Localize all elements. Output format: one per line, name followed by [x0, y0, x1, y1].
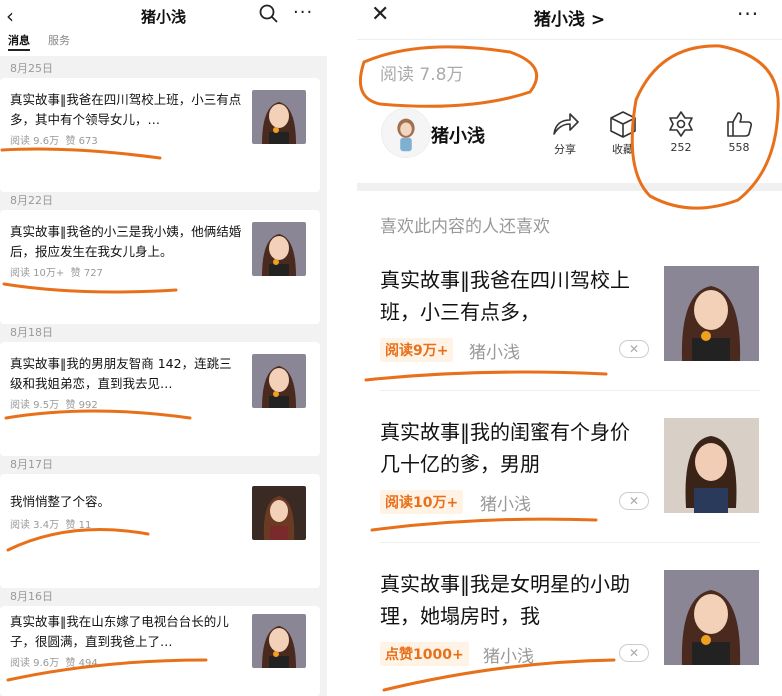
article-meta: 阅读 10万+ 赞 727: [10, 264, 103, 279]
divider: [380, 390, 760, 391]
like-count: 赞 11: [65, 520, 92, 531]
article-title: 真实故事‖我的男朋友智商 142，连跳三级和我姐弟恋，直到我去见…: [10, 356, 232, 391]
flower-icon: [669, 111, 693, 137]
share-label: 分享: [554, 143, 576, 156]
left-header: ‹ 猪小浅 ··· 消息 服务: [0, 0, 327, 56]
article-thumbnail: [252, 614, 306, 668]
right-panel: ✕ 猪小浅 > ··· 阅读 7.8万 猪小浅 分享 收藏 252 558 喜欢…: [357, 0, 782, 696]
recommend-item[interactable]: 真实故事‖我的闺蜜有个身价几十亿的爹，男朋 阅读10万+ 猪小浅 ✕: [357, 416, 782, 561]
read-count: 阅读 9.6万: [10, 658, 60, 669]
date-label: 8月16日: [10, 590, 53, 603]
like-count: 赞 727: [70, 268, 103, 279]
like-count: 赞 673: [65, 136, 98, 147]
flower-button[interactable]: 252: [656, 108, 706, 154]
article-card[interactable]: 真实故事‖我的男朋友智商 142，连跳三级和我姐弟恋，直到我去见… 阅读 9.5…: [0, 342, 320, 456]
dismiss-button[interactable]: ✕: [619, 644, 649, 662]
search-icon[interactable]: [258, 3, 280, 25]
recommend-author: 猪小浅: [469, 343, 520, 363]
recommend-item[interactable]: 真实故事‖我爸在四川驾校上班，小三有点多， 阅读9万+ 猪小浅 ✕: [357, 264, 782, 409]
article-title: 真实故事‖我在山东嫁了电视台台长的儿子，很圆满，直到我爸上了…: [10, 614, 229, 649]
article-title: 我悄悄整了个容。: [10, 494, 111, 509]
read-count: 阅读 7.8万: [380, 65, 464, 85]
date-label: 8月25日: [10, 62, 53, 75]
divider: [380, 542, 760, 543]
status-badge: 点赞1000+: [380, 642, 469, 666]
panel-gap: [327, 0, 357, 696]
recommend-title: 真实故事‖我的闺蜜有个身价几十亿的爹，男朋: [380, 420, 630, 476]
favorite-label: 收藏: [612, 143, 634, 156]
article-card[interactable]: 真实故事‖我在山东嫁了电视台台长的儿子，很圆满，直到我爸上了… 阅读 9.6万 …: [0, 606, 320, 696]
recommend-author: 猪小浅: [480, 495, 531, 515]
cube-icon: [610, 111, 636, 138]
article-thumbnail: [252, 486, 306, 540]
article-title: 真实故事‖我爸的小三是我小姨，他俩结婚后，报应发生在我女儿身上。: [10, 224, 242, 259]
date-label: 8月18日: [10, 326, 53, 339]
left-panel: ‹ 猪小浅 ··· 消息 服务 8月25日 真实故事‖我爸在四川驾校上班，小三有…: [0, 0, 327, 696]
article-meta: 阅读 9.6万 赞 673: [10, 132, 98, 147]
recommend-author: 猪小浅: [483, 647, 534, 667]
recommend-title: 真实故事‖我爸在四川驾校上班，小三有点多，: [380, 268, 630, 324]
read-count: 阅读 9.6万: [10, 136, 60, 147]
recommend-thumbnail: [664, 418, 759, 513]
more-icon[interactable]: ···: [293, 2, 313, 23]
dismiss-button[interactable]: ✕: [619, 340, 649, 358]
author-row: 猪小浅 分享 收藏 252 558: [357, 108, 782, 168]
avatar[interactable]: [381, 108, 431, 158]
like-count: 558: [728, 141, 750, 154]
more-icon[interactable]: ···: [737, 2, 759, 26]
article-title: 真实故事‖我爸在四川驾校上班，小三有点多，其中有个领导女儿，…: [10, 92, 242, 127]
read-count: 阅读 9.5万: [10, 400, 60, 411]
article-card[interactable]: 我悄悄整了个容。 阅读 3.4万 赞 11: [0, 474, 320, 588]
tab-messages[interactable]: 消息: [8, 32, 30, 51]
article-card[interactable]: 真实故事‖我爸的小三是我小姨，他俩结婚后，报应发生在我女儿身上。 阅读 10万+…: [0, 210, 320, 324]
share-button[interactable]: 分享: [540, 108, 590, 157]
account-title[interactable]: 猪小浅 >: [357, 5, 782, 30]
article-thumbnail: [252, 222, 306, 276]
recommend-title: 真实故事‖我是女明星的小助理，她塌房时，我: [380, 572, 630, 628]
article-meta: 阅读 9.6万 赞 494: [10, 654, 98, 669]
flower-count: 252: [670, 141, 692, 154]
article-meta: 阅读 3.4万 赞 11: [10, 516, 91, 531]
read-count: 阅读 3.4万: [10, 520, 60, 531]
status-badge: 阅读10万+: [380, 490, 464, 514]
date-label: 8月22日: [10, 194, 53, 207]
recommend-header: 喜欢此内容的人还喜欢: [380, 217, 550, 237]
recommend-thumbnail: [664, 266, 759, 361]
like-count: 赞 992: [65, 400, 98, 411]
read-count: 阅读 10万+: [10, 268, 65, 279]
recommend-thumbnail: [664, 570, 759, 665]
thumb-up-icon: [727, 112, 753, 137]
tab-services[interactable]: 服务: [48, 32, 70, 48]
article-thumbnail: [252, 354, 306, 408]
article-card[interactable]: 真实故事‖我爸在四川驾校上班，小三有点多，其中有个领导女儿，… 阅读 9.6万 …: [0, 78, 320, 192]
status-badge: 阅读9万+: [380, 338, 454, 362]
favorite-button[interactable]: 收藏: [598, 108, 648, 157]
recommend-item[interactable]: 真实故事‖我是女明星的小助理，她塌房时，我 点赞1000+ 猪小浅 ✕: [357, 568, 782, 696]
article-thumbnail: [252, 90, 306, 144]
dismiss-button[interactable]: ✕: [619, 492, 649, 510]
section-divider: [357, 183, 782, 191]
date-label: 8月17日: [10, 458, 53, 471]
like-count: 赞 494: [65, 658, 98, 669]
article-meta: 阅读 9.5万 赞 992: [10, 396, 98, 411]
author-name[interactable]: 猪小浅: [431, 122, 485, 148]
like-button[interactable]: 558: [714, 108, 764, 154]
share-icon: [553, 113, 579, 135]
right-header: ✕ 猪小浅 > ···: [357, 0, 782, 40]
